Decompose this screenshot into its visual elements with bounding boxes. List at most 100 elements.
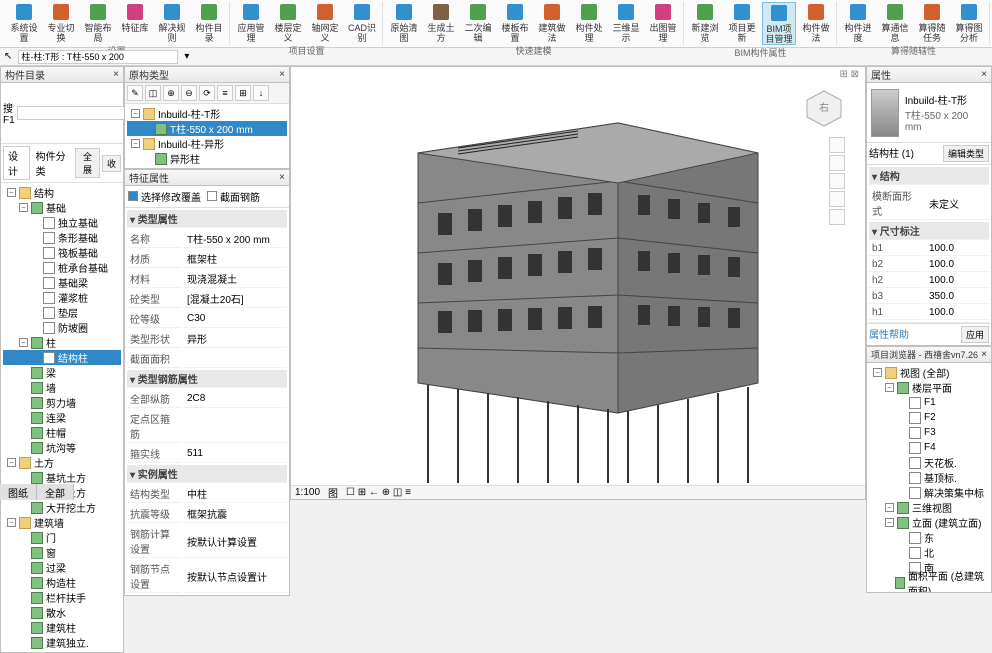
ribbon-button[interactable]: 算通信息: [878, 2, 912, 43]
ribbon-button[interactable]: 轴网定义: [308, 2, 342, 43]
vtool-icon[interactable]: [829, 155, 845, 171]
tree-node[interactable]: F3: [869, 425, 989, 440]
tree-node[interactable]: −楼层平面: [869, 380, 989, 395]
tree-node[interactable]: 异形柱: [127, 151, 287, 166]
vtool-icon[interactable]: [829, 137, 845, 153]
ribbon-button[interactable]: 构件目录: [192, 2, 226, 43]
tree-node[interactable]: F2: [869, 410, 989, 425]
ribbon-button[interactable]: 出图管理: [646, 2, 680, 43]
vp-btn[interactable]: 图: [328, 485, 338, 500]
property-row[interactable]: 类型形状异形: [127, 330, 287, 348]
tool-button[interactable]: ⊞: [235, 85, 251, 101]
component-tree[interactable]: −结构−基础独立基础条形基础筏板基础桩承台基础基础梁灌浆桩垫层防坡圈−柱结构柱梁…: [1, 183, 123, 652]
tree-node[interactable]: −柱: [3, 335, 121, 350]
filter-rebar[interactable]: 截面钢筋: [207, 189, 260, 204]
tree-node[interactable]: 天花板.: [869, 455, 989, 470]
tool-button[interactable]: ≡: [217, 85, 233, 101]
tree-node[interactable]: 垫层: [3, 305, 121, 320]
tree-node[interactable]: 东: [869, 530, 989, 545]
collapse-button[interactable]: 收: [102, 155, 121, 172]
tree-node[interactable]: −土方: [3, 455, 121, 470]
tree-node[interactable]: 解决策集中标: [869, 485, 989, 500]
ribbon-button[interactable]: 三维显示: [609, 2, 643, 43]
properties-table[interactable]: ▾ 结构模断面形式未定义▾ 尺寸标注b1100.0b2100.0h2100.0b…: [867, 165, 991, 323]
selection-input[interactable]: [18, 50, 178, 64]
tree-node[interactable]: 桩承台基础: [3, 260, 121, 275]
filter-override[interactable]: 选择修改覆盖: [128, 189, 201, 204]
tree-node[interactable]: 大开挖土方: [3, 500, 121, 515]
tree-node[interactable]: T柱-550 x 200 mm: [127, 121, 287, 136]
type-thumbnail[interactable]: Inbuild-柱-T形 T柱-550 x 200 mm: [867, 83, 991, 143]
tree-node[interactable]: 剪力墙: [3, 395, 121, 410]
property-row[interactable]: 抗震等级框架抗震: [127, 505, 287, 523]
property-row[interactable]: 砼类型[混凝土20石]: [127, 290, 287, 308]
property-row[interactable]: ▾ 类型属性: [127, 210, 287, 228]
property-row[interactable]: 钢筋计算设置按默认计算设置: [127, 525, 287, 558]
ribbon-button[interactable]: 特征库: [118, 2, 152, 43]
property-row[interactable]: 材料现浇混凝土: [127, 270, 287, 288]
property-row[interactable]: 材质框架柱: [127, 250, 287, 268]
type-tree[interactable]: −Inbuild-柱-T形T柱-550 x 200 mm−Inbuild-柱-异…: [125, 104, 289, 168]
ribbon-button[interactable]: 专业切换: [44, 2, 78, 43]
tree-node[interactable]: 散水: [3, 605, 121, 620]
tree-node[interactable]: −基础: [3, 200, 121, 215]
tree-node[interactable]: −建筑墙: [3, 515, 121, 530]
property-row[interactable]: 砼等级C30: [127, 310, 287, 328]
ribbon-button[interactable]: 智能布局: [81, 2, 115, 43]
ribbon-button[interactable]: 楼层定义: [271, 2, 305, 43]
tree-node[interactable]: 窗: [3, 545, 121, 560]
tree-node[interactable]: −Inbuild-柱-T形: [127, 106, 287, 121]
ribbon-button[interactable]: 建筑做法: [535, 2, 569, 43]
tree-node[interactable]: 筏板基础: [3, 245, 121, 260]
search-input[interactable]: [17, 106, 136, 120]
ribbon-button[interactable]: 系统设置: [7, 2, 41, 43]
ribbon-button[interactable]: CAD识别: [345, 2, 379, 43]
ribbon-button[interactable]: 算得图分析: [952, 2, 986, 43]
property-row[interactable]: h2100.0: [869, 274, 989, 288]
tree-node[interactable]: 墙: [3, 380, 121, 395]
tree-node[interactable]: 基础梁: [3, 275, 121, 290]
vtool-icon[interactable]: [829, 209, 845, 225]
scale-label[interactable]: 1:100: [295, 487, 320, 498]
ribbon-button[interactable]: 生成土方: [424, 2, 458, 43]
ribbon-button[interactable]: 应用管理: [234, 2, 268, 43]
property-row[interactable]: 全部纵筋2C8: [127, 390, 287, 408]
tool-button[interactable]: ⊖: [181, 85, 197, 101]
edit-type-button[interactable]: 编辑类型: [943, 145, 989, 162]
tool-button[interactable]: ✎: [127, 85, 143, 101]
tool-button[interactable]: ↓: [253, 85, 269, 101]
view-cube[interactable]: 右: [803, 87, 845, 129]
tree-node[interactable]: −立面 (建筑立面): [869, 515, 989, 530]
tab-design[interactable]: 设计: [3, 146, 30, 180]
tree-node[interactable]: 基顶标.: [869, 470, 989, 485]
property-row[interactable]: 截面面积: [127, 350, 287, 368]
tree-node[interactable]: F1: [869, 395, 989, 410]
tree-node[interactable]: 面积平面 (总建筑面积): [869, 575, 989, 590]
ribbon-button[interactable]: 算得随任务: [915, 2, 949, 43]
vtool-icon[interactable]: [829, 173, 845, 189]
ribbon-button[interactable]: 二次编辑: [461, 2, 495, 43]
tree-node[interactable]: 条形基础: [3, 230, 121, 245]
ribbon-button[interactable]: 解决规则: [155, 2, 189, 43]
property-row[interactable]: 钢筋节点设置按默认节点设置计: [127, 560, 287, 593]
tree-node[interactable]: −结构: [3, 185, 121, 200]
selection-count[interactable]: 结构柱 (1): [869, 145, 914, 162]
tree-node[interactable]: 梁: [3, 365, 121, 380]
tree-node[interactable]: 过梁: [3, 560, 121, 575]
tab-category[interactable]: 构件分类: [32, 147, 73, 179]
property-row[interactable]: 模断面形式未定义: [869, 187, 989, 220]
tool-button[interactable]: ⟳: [199, 85, 215, 101]
ribbon-button[interactable]: 项目更新: [725, 2, 759, 45]
bottom-tabs[interactable]: 图纸 全部: [0, 484, 74, 500]
ribbon-button[interactable]: 原始清图: [387, 2, 421, 43]
property-table[interactable]: ▾ 类型属性名称T柱-550 x 200 mm材质框架柱材料现浇混凝土砼类型[混…: [125, 208, 289, 595]
apply-button[interactable]: 应用: [961, 326, 989, 343]
property-row[interactable]: 定点区箍筋: [127, 410, 287, 443]
3d-viewport[interactable]: ⊞ ⊠: [290, 66, 866, 500]
close-icon[interactable]: ×: [113, 69, 119, 80]
close-icon[interactable]: ×: [981, 349, 987, 360]
tree-node[interactable]: 连梁: [3, 410, 121, 425]
tree-node[interactable]: 柱帽: [3, 425, 121, 440]
property-row[interactable]: ▾ 尺寸标注: [869, 222, 989, 240]
tree-node[interactable]: 门: [3, 530, 121, 545]
